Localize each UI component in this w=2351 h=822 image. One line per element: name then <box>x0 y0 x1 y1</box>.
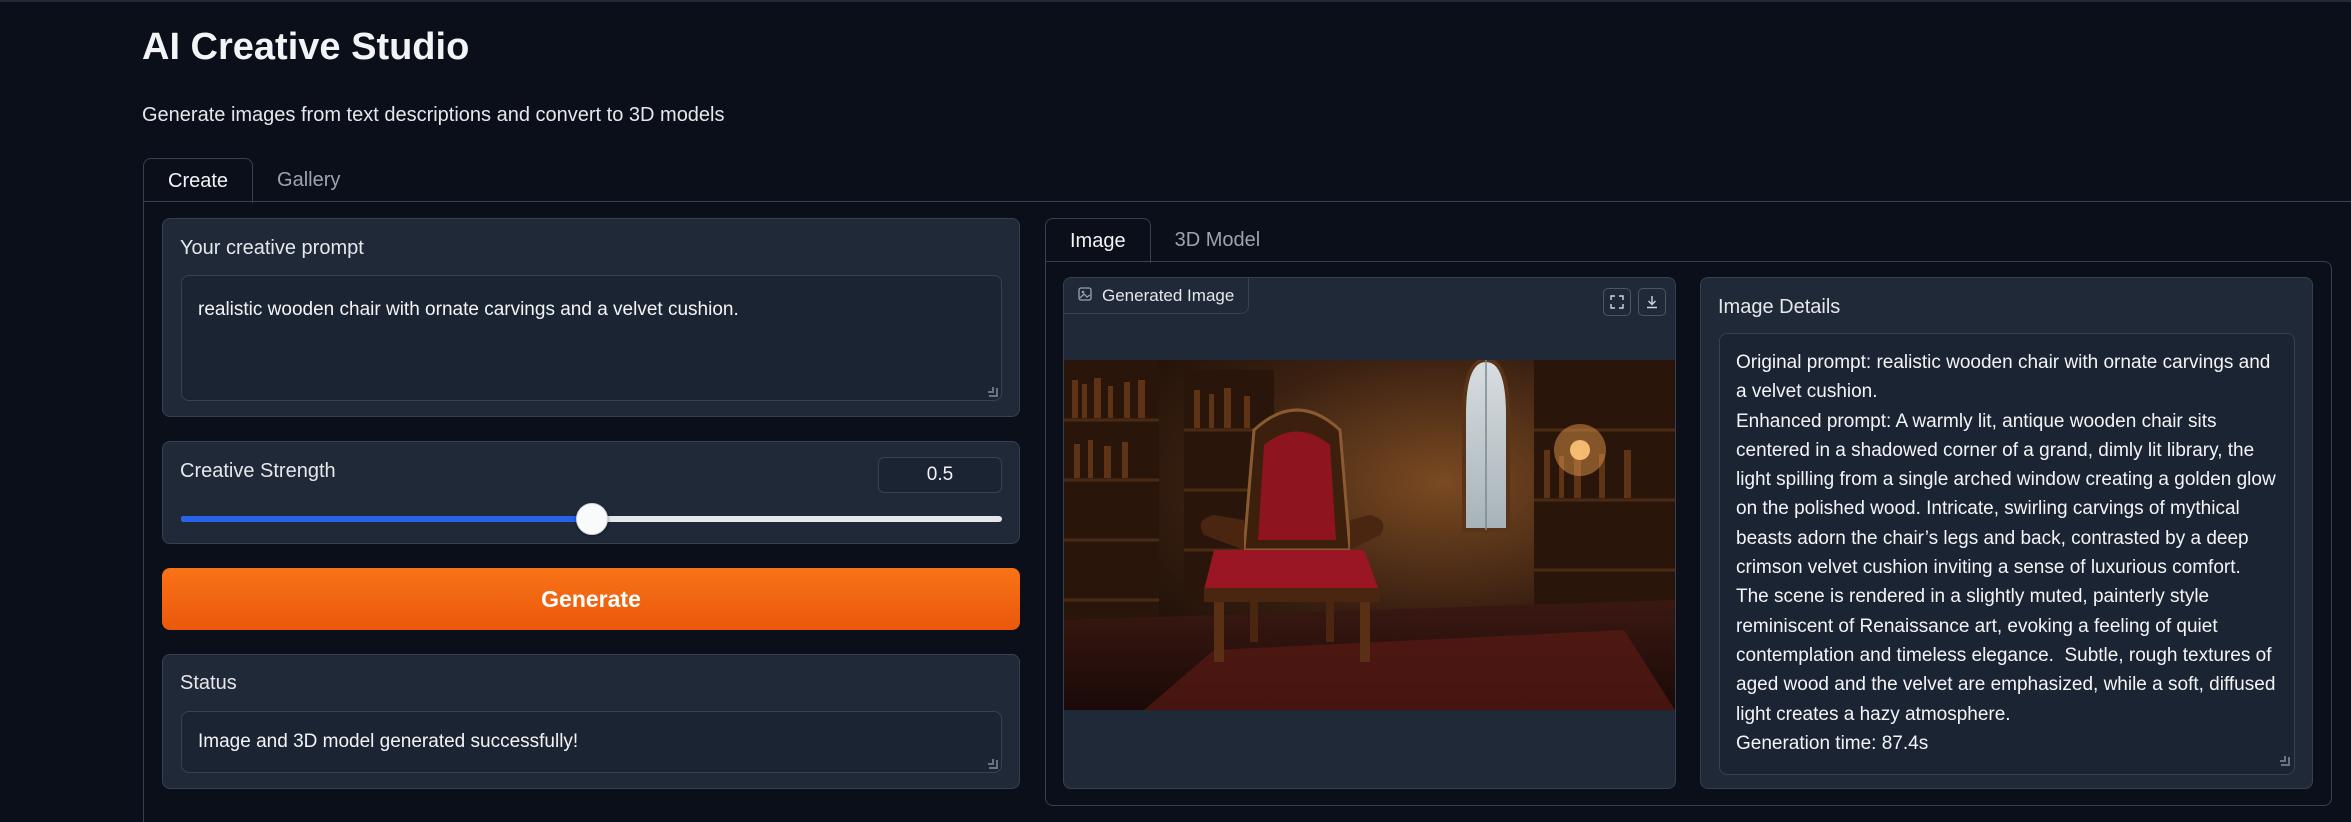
top-border <box>0 0 2351 2</box>
strength-number-input[interactable]: 0.5 <box>878 457 1002 493</box>
prompt-value: realistic wooden chair with ornate carvi… <box>198 299 739 320</box>
image-details-text[interactable]: Original prompt: realistic wooden chair … <box>1719 333 2295 775</box>
output-tabs: Image 3D Model <box>1045 218 1285 263</box>
status-card: Status Image and 3D model generated succ… <box>162 654 1020 789</box>
status-output: Image and 3D model generated successfull… <box>181 711 1002 773</box>
resize-handle-icon[interactable] <box>988 387 998 397</box>
app-subtitle: Generate images from text descriptions a… <box>142 104 725 126</box>
tab-create[interactable]: Create <box>143 158 254 203</box>
tab-3d-model[interactable]: 3D Model <box>1151 218 1285 263</box>
tab-image[interactable]: Image <box>1045 218 1151 263</box>
strength-label: Creative Strength <box>180 460 336 482</box>
strength-card: Creative Strength 0.5 <box>162 441 1020 544</box>
main-tabs: Create Gallery <box>143 158 364 203</box>
strength-slider[interactable] <box>181 503 1002 535</box>
generated-image-header: Generated Image <box>1064 278 1250 314</box>
generated-image-card: Generated Image <box>1063 277 1676 789</box>
tab-gallery[interactable]: Gallery <box>253 158 364 203</box>
app-title: AI Creative Studio <box>142 26 470 68</box>
download-icon[interactable] <box>1638 288 1666 316</box>
image-icon <box>1078 286 1092 306</box>
prompt-label: Your creative prompt <box>180 237 364 259</box>
image-details-label: Image Details <box>1718 296 1841 318</box>
image-details-card: Image Details Original prompt: realistic… <box>1700 277 2313 789</box>
generate-button[interactable]: Generate <box>162 568 1020 630</box>
fullscreen-icon[interactable] <box>1603 288 1631 316</box>
slider-thumb[interactable] <box>575 503 608 535</box>
generated-image-label: Generated Image <box>1102 285 1235 305</box>
status-value: Image and 3D model generated successfull… <box>198 731 579 752</box>
status-label: Status <box>180 672 237 694</box>
resize-handle-icon[interactable] <box>988 759 998 769</box>
resize-handle-icon[interactable] <box>2280 756 2290 766</box>
generated-image <box>1064 360 1675 710</box>
prompt-input[interactable]: realistic wooden chair with ornate carvi… <box>181 275 1002 401</box>
slider-fill <box>181 516 592 522</box>
prompt-card: Your creative prompt realistic wooden ch… <box>162 218 1020 417</box>
